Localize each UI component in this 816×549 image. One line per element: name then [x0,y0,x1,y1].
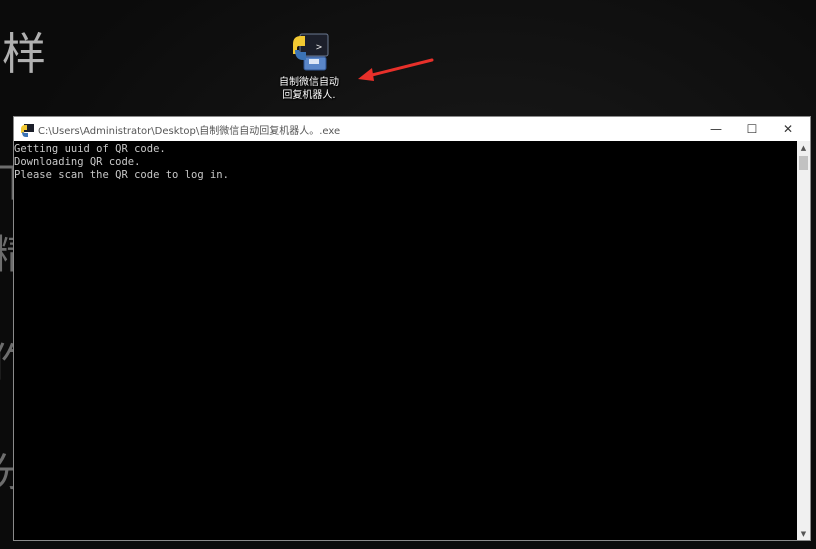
window-titlebar[interactable]: C:\Users\Administrator\Desktop\自制微信自动回复机… [14,117,810,141]
python-app-icon [21,122,34,141]
console-output[interactable]: Getting uuid of QR code. Downloading QR … [14,141,796,540]
console-window[interactable]: C:\Users\Administrator\Desktop\自制微信自动回复机… [13,116,811,541]
minimize-button[interactable]: — [698,117,734,141]
scroll-up-icon[interactable]: ▲ [797,141,810,154]
maximize-button[interactable]: ☐ [734,117,770,141]
scroll-thumb[interactable] [799,156,808,170]
console-line: Please scan the QR code to log in. [14,169,229,181]
console-line: Getting uuid of QR code. [14,143,166,155]
close-button[interactable]: ✕ [770,117,806,141]
console-line: Downloading QR code. [14,156,141,168]
window-title: C:\Users\Administrator\Desktop\自制微信自动回复机… [38,126,341,137]
scroll-down-icon[interactable]: ▼ [797,527,810,540]
vertical-scrollbar[interactable]: ▲ ▼ [797,141,810,540]
